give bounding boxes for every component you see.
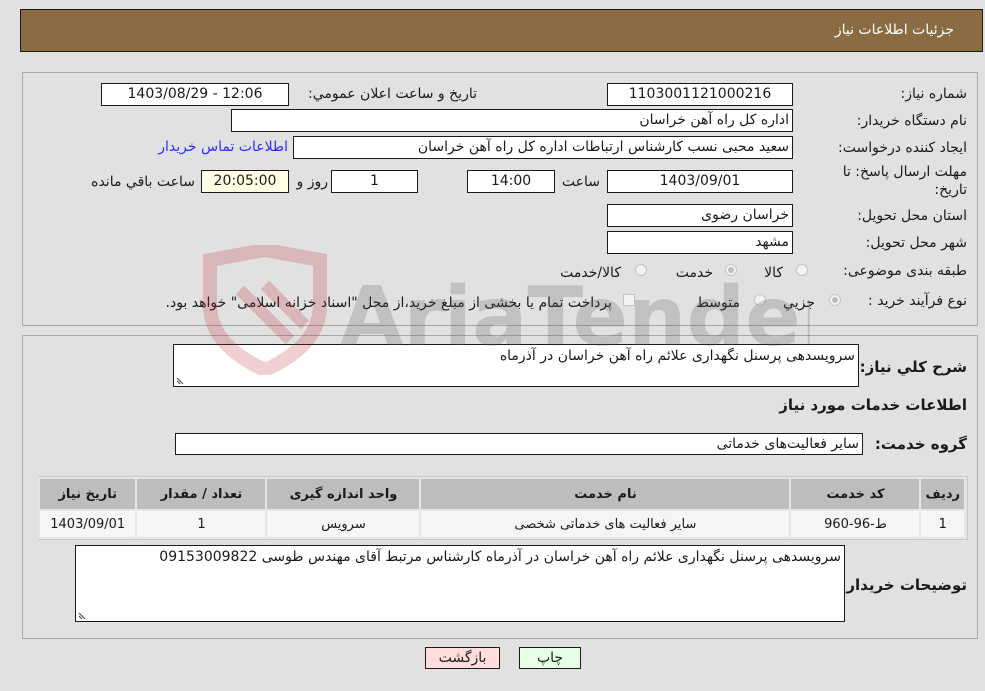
buyer-contact-link[interactable]: اطلاعات تماس خریدار	[158, 139, 288, 155]
announce-datetime-field: 1403/08/29 - 12:06	[101, 83, 289, 106]
cell-row-number: 1	[919, 509, 966, 539]
resize-grip-icon[interactable]	[78, 610, 88, 620]
creator-label: ایجاد کننده درخواست:	[838, 140, 967, 156]
back-button[interactable]: بازگشت	[425, 647, 500, 669]
city-label: شهر محل تحویل:	[865, 235, 967, 251]
deadline-date-field: 1403/09/01	[607, 170, 793, 193]
category-radio-goods-service[interactable]	[635, 264, 647, 276]
col-service-code: کد خدمت	[789, 477, 922, 511]
col-need-date: تاریخ نیاز	[37, 477, 138, 511]
deadline-label: مهلت ارسال پاسخ: تا	[842, 164, 967, 180]
cell-service-name: سایر فعالیت های خدماتی شخصی	[419, 509, 792, 539]
buyer-org-label: نام دستگاه خریدار:	[856, 113, 967, 129]
need-number-field: 1103001121000216	[607, 83, 793, 106]
resize-grip-icon[interactable]	[176, 375, 186, 385]
col-quantity: تعداد / مقدار	[135, 477, 268, 511]
services-table: ردیف کد خدمت نام خدمت واحد اندازه گیری ت…	[37, 477, 966, 539]
category-option-service: خدمت	[675, 265, 713, 281]
col-row-number: ردیف	[919, 477, 966, 511]
creator-field: سعید محبی نسب کارشناس ارتباطات اداره کل …	[293, 136, 793, 159]
process-option-minor: جزيي	[783, 295, 815, 311]
buyer-org-field: اداره کل راه آهن خراسان	[231, 109, 793, 132]
remaining-days-field: 1	[331, 170, 418, 193]
services-info-title: اطلاعات خدمات مورد نیاز	[779, 396, 967, 414]
category-option-goods: کالا	[764, 265, 783, 281]
col-service-name: نام خدمت	[419, 477, 792, 511]
deadline-time-label: ساعت	[561, 174, 600, 190]
days-label: روز و	[296, 174, 329, 190]
buyer-notes-label: توضیحات خریدار:	[840, 576, 967, 594]
table-header-row: ردیف کد خدمت نام خدمت واحد اندازه گیری ت…	[37, 477, 966, 511]
general-desc-textarea[interactable]: سرویسدهی پرسنل نگهداری علائم راه آهن خرا…	[173, 344, 859, 387]
col-unit: واحد اندازه گیری	[265, 477, 422, 511]
deadline-time-field: 14:00	[467, 170, 555, 193]
process-label: نوع فرآیند خرید :	[868, 293, 967, 309]
remaining-time-label: ساعت باقي مانده	[91, 174, 195, 190]
cell-unit: سرویس	[265, 509, 422, 539]
process-radio-minor[interactable]	[829, 294, 841, 306]
category-radio-goods[interactable]	[796, 264, 808, 276]
announce-datetime-value: 1403/08/29 - 12:06	[127, 86, 263, 102]
general-desc-text: سرویسدهی پرسنل نگهداری علائم راه آهن خرا…	[499, 348, 855, 364]
announce-label: تاریخ و ساعت اعلان عمومي:	[308, 86, 477, 102]
page-header: جزئیات اطلاعات نیاز	[20, 9, 983, 52]
treasury-note: پرداخت تمام یا بخشی از مبلغ خرید،از محل …	[165, 295, 612, 311]
service-group-field: سایر فعالیت‌های خدماتی	[175, 433, 863, 455]
service-group-label: گروه خدمت:	[874, 435, 967, 453]
deadline-label-2: تاریخ:	[934, 182, 967, 198]
table-row: 1 ط-96-960 سایر فعالیت های خدماتی شخصی س…	[37, 509, 966, 539]
remaining-time-field: 20:05:00	[201, 170, 289, 193]
cell-service-code: ط-96-960	[789, 509, 922, 539]
category-label: طبقه بندی موضوعی:	[843, 263, 967, 279]
cell-quantity: 1	[135, 509, 268, 539]
buyer-notes-textarea[interactable]: سرویسدهی پرسنل نگهداری علائم راه آهن خرا…	[75, 545, 845, 622]
province-label: استان محل تحویل:	[857, 208, 967, 224]
buyer-notes-text: سرویسدهی پرسنل نگهداری علائم راه آهن خرا…	[159, 549, 841, 565]
general-desc-label: شرح كلي نیاز:	[859, 358, 967, 376]
treasury-checkbox[interactable]	[623, 294, 635, 306]
print-button[interactable]: چاپ	[519, 647, 581, 669]
city-field: مشهد	[607, 231, 793, 254]
need-number-label: شماره نیاز:	[900, 86, 968, 102]
cell-need-date: 1403/09/01	[37, 509, 138, 539]
category-radio-service[interactable]	[725, 264, 737, 276]
province-field: خراسان رضوی	[607, 204, 793, 227]
page-title: جزئیات اطلاعات نیاز	[834, 22, 954, 38]
category-option-goods-service: کالا/خدمت	[560, 265, 621, 281]
process-radio-medium[interactable]	[754, 294, 766, 306]
process-option-medium: متوسط	[696, 295, 740, 311]
